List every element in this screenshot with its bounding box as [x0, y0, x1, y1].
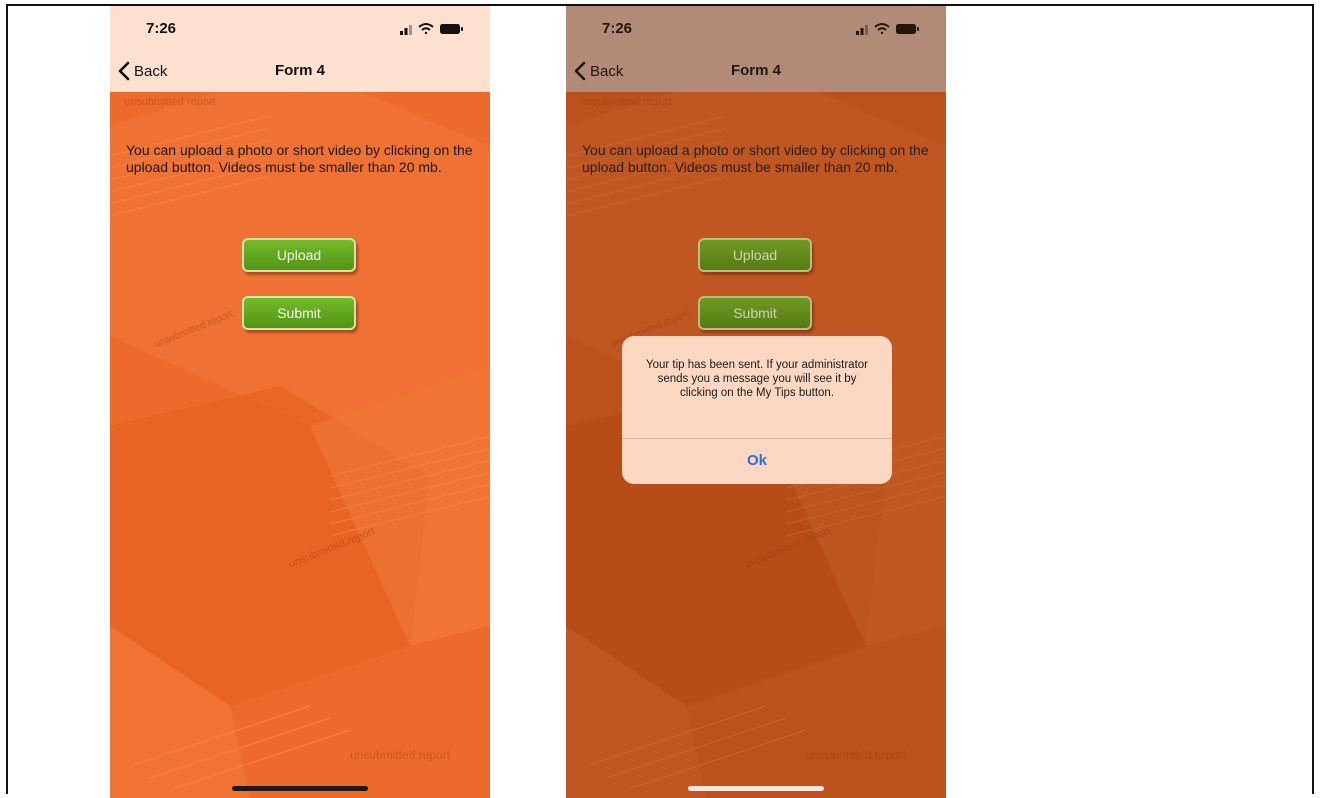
status-bar: 7:26: [110, 6, 490, 50]
upload-button[interactable]: Upload: [242, 238, 356, 272]
home-indicator[interactable]: [232, 786, 368, 791]
battery-icon: [440, 24, 463, 34]
signal-icon: [400, 25, 412, 35]
alert-ok-button[interactable]: Ok: [622, 452, 892, 469]
home-indicator[interactable]: [688, 786, 824, 791]
upload-instructions: You can upload a photo or short video by…: [126, 142, 473, 175]
watermark: unsubmitted report: [350, 748, 451, 762]
navigation-bar: Back Form 4: [110, 50, 490, 92]
confirmation-alert: Your tip has been sent. If your administ…: [622, 336, 892, 484]
status-time: 7:26: [146, 20, 177, 37]
status-icons: [400, 23, 463, 35]
watermark: unsubmitted report: [124, 96, 216, 108]
geometric-background: [110, 6, 490, 798]
phone-screen-confirmation: 7:26 Back Form 4 unsubmitted report unsu…: [566, 6, 946, 798]
alert-divider: [622, 438, 892, 439]
submit-button[interactable]: Submit: [242, 296, 356, 330]
wifi-icon: [418, 23, 434, 35]
page-title: Form 4: [274, 62, 325, 79]
alert-message: Your tip has been sent. If your administ…: [645, 359, 869, 399]
phone-screen-form: 7:26 Back Form 4 unsubmitted report unsu…: [110, 6, 490, 798]
